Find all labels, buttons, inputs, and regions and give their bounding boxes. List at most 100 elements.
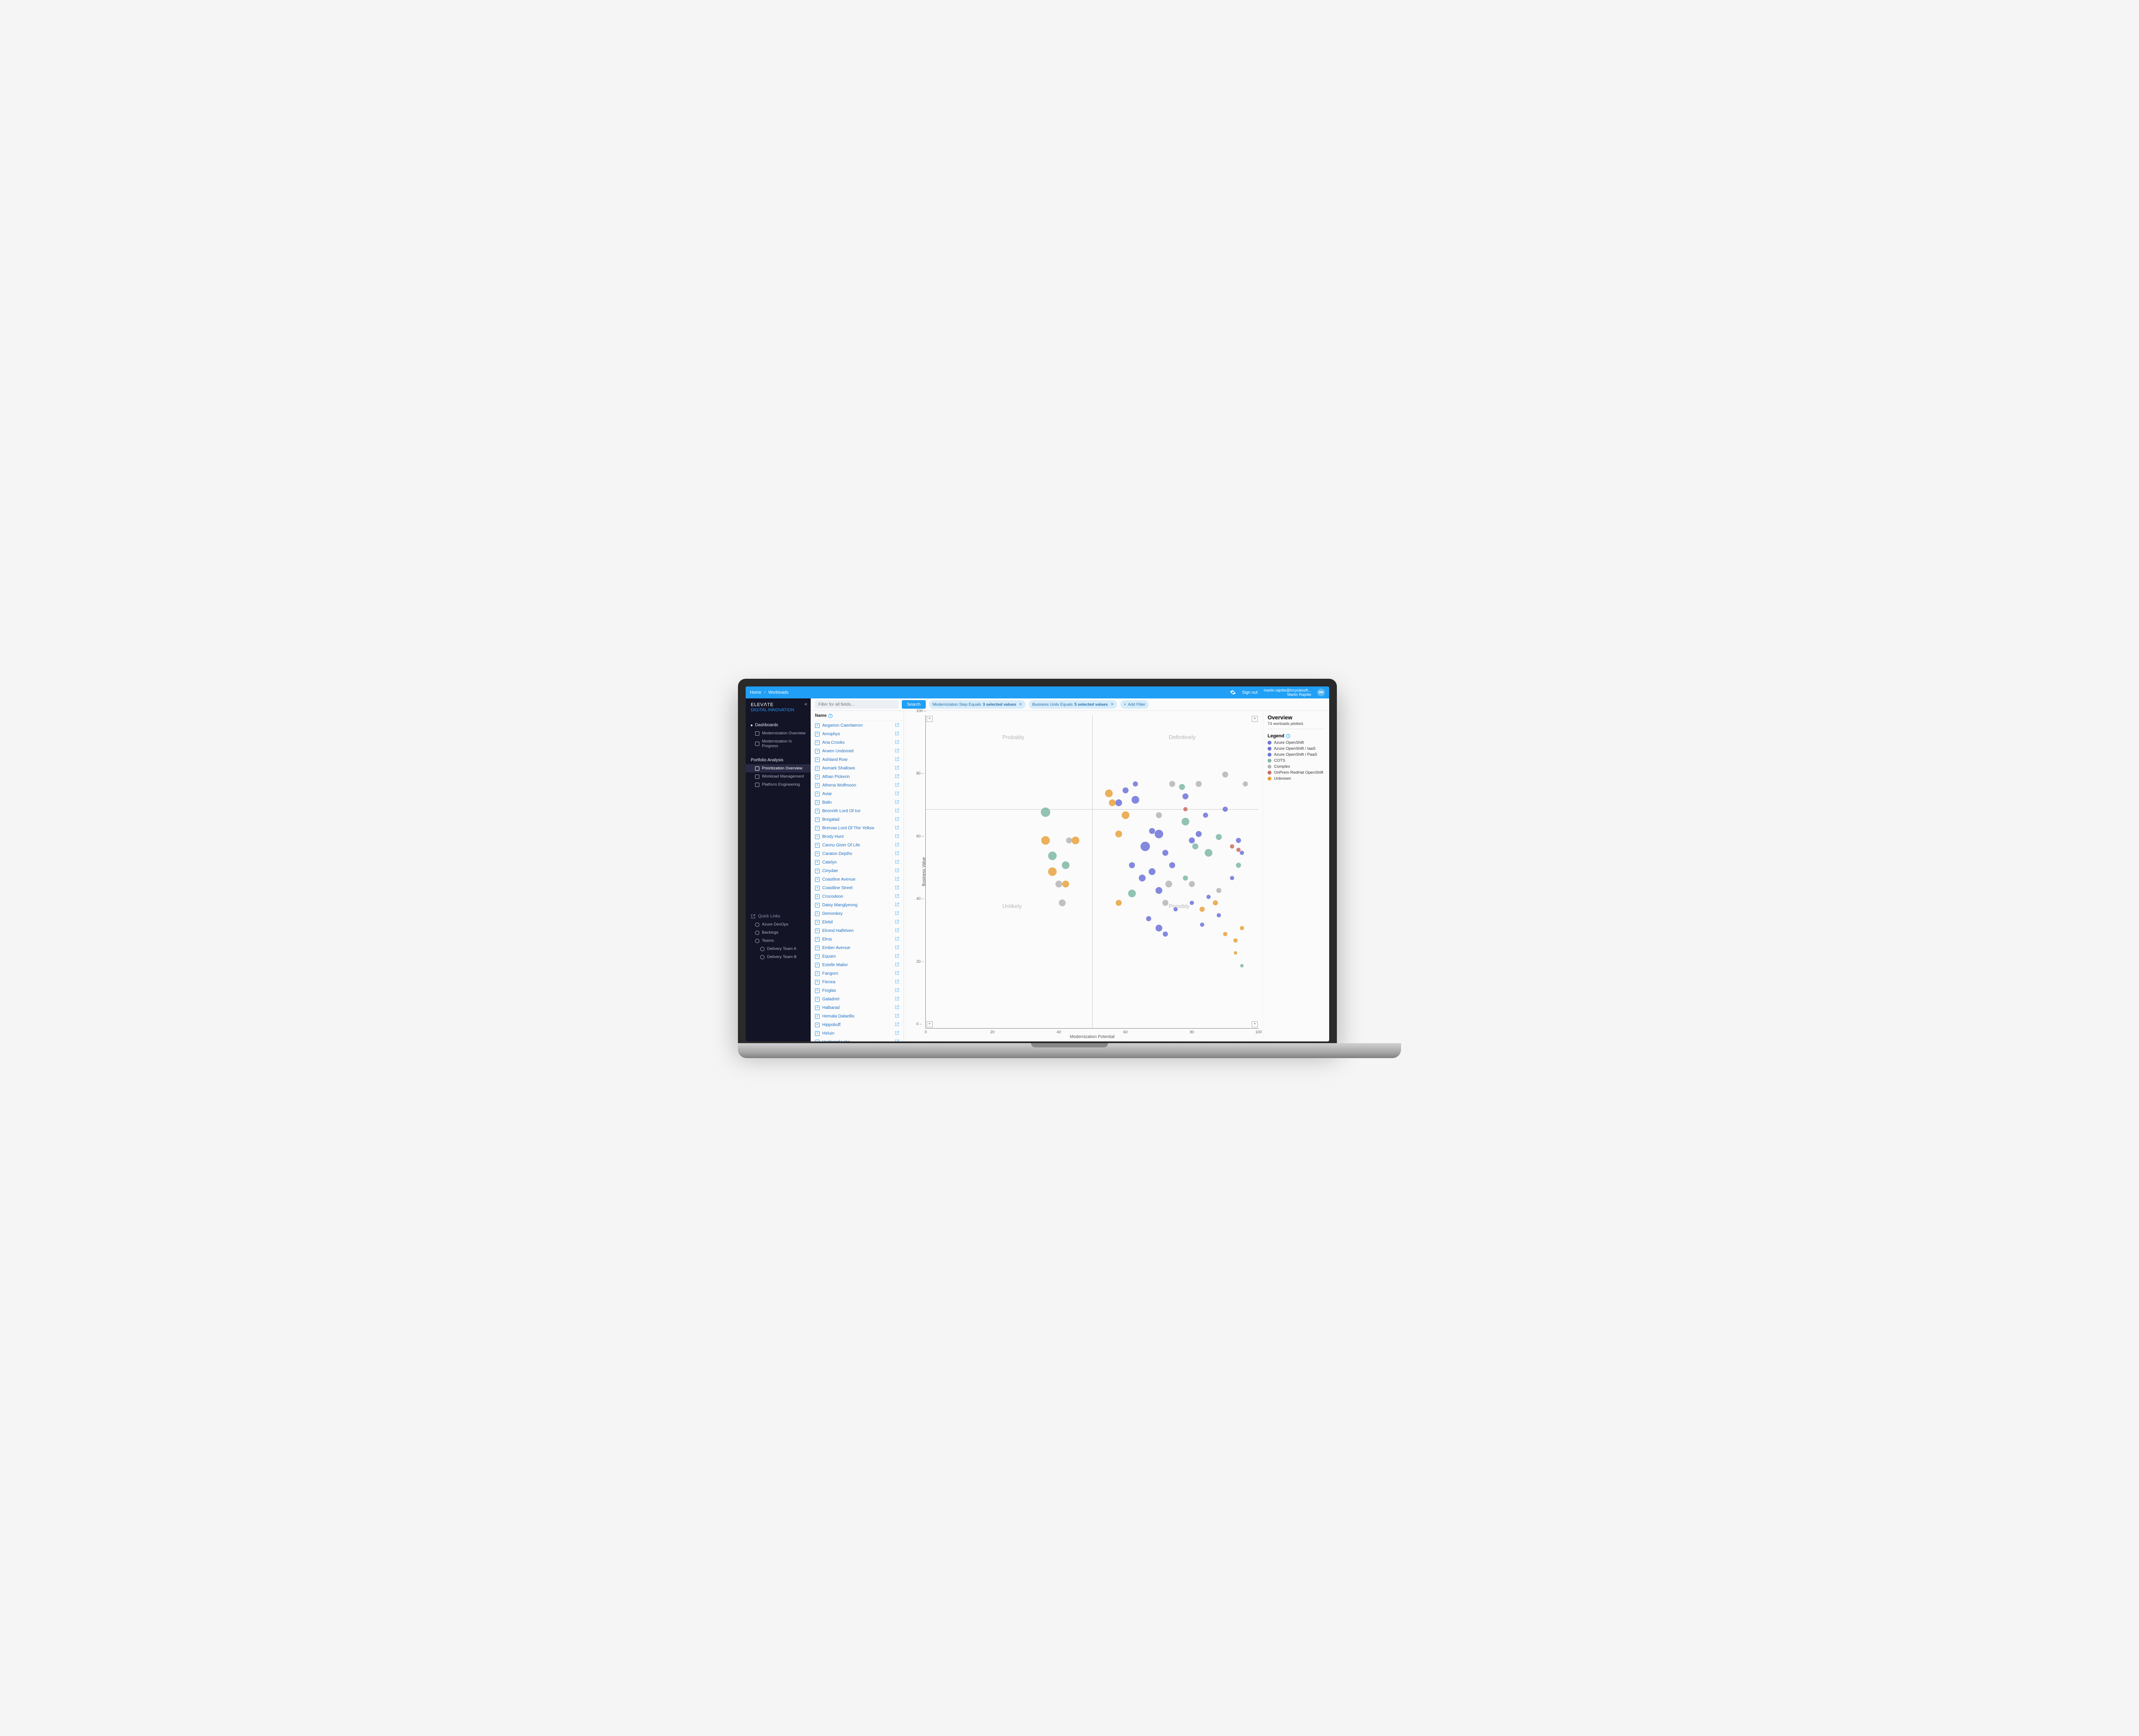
open-external-icon[interactable] xyxy=(895,731,899,737)
data-point[interactable] xyxy=(1115,831,1122,837)
open-external-icon[interactable] xyxy=(895,774,899,780)
list-item[interactable]: ≡Catelyn xyxy=(811,858,904,867)
open-external-icon[interactable] xyxy=(895,988,899,994)
data-point[interactable] xyxy=(1183,875,1188,881)
list-item[interactable]: ≡Arwen Undomiel xyxy=(811,747,904,755)
data-point[interactable] xyxy=(1115,799,1122,806)
data-point[interactable] xyxy=(1217,913,1221,917)
open-external-icon[interactable] xyxy=(895,740,899,745)
sidebar-item[interactable]: Platform Engineering xyxy=(746,781,811,789)
data-point[interactable] xyxy=(1122,811,1129,819)
filter-chip-modernization-step[interactable]: Modernization Step Equals 3 selected val… xyxy=(929,700,1025,709)
data-point[interactable] xyxy=(1233,938,1238,943)
list-item[interactable]: ≡Elros xyxy=(811,935,904,943)
chip-remove-icon[interactable]: × xyxy=(1111,702,1114,707)
open-external-icon[interactable] xyxy=(895,979,899,985)
data-point[interactable] xyxy=(1155,830,1163,838)
add-filter-button[interactable]: Add Filter xyxy=(1120,700,1149,709)
list-item[interactable]: ≡Caraton Depths xyxy=(811,849,904,858)
data-point[interactable] xyxy=(1230,844,1234,849)
list-item[interactable]: ≡Amophys xyxy=(811,730,904,738)
data-point[interactable] xyxy=(1155,925,1162,932)
scatter-plot[interactable]: Probably Definitively Unlikely Possibly … xyxy=(925,715,1259,1029)
list-item[interactable]: ≡Halbarad xyxy=(811,1003,904,1012)
data-point[interactable] xyxy=(1189,881,1195,887)
data-point[interactable] xyxy=(1059,899,1066,906)
data-point[interactable] xyxy=(1055,881,1062,887)
data-point[interactable] xyxy=(1155,887,1162,894)
list-item[interactable]: ≡Hirluin xyxy=(811,1029,904,1038)
data-point[interactable] xyxy=(1216,888,1221,893)
open-external-icon[interactable] xyxy=(895,808,899,814)
data-point[interactable] xyxy=(1189,837,1195,843)
open-external-icon[interactable] xyxy=(895,962,899,968)
quicklink-item[interactable]: Backlogs xyxy=(746,929,811,937)
data-point[interactable] xyxy=(1183,807,1188,811)
open-external-icon[interactable] xyxy=(895,843,899,848)
zoom-top-right[interactable]: + xyxy=(1252,716,1258,722)
list-item[interactable]: ≡Aria Crooks xyxy=(811,738,904,747)
data-point[interactable] xyxy=(1203,813,1208,818)
data-point[interactable] xyxy=(1133,781,1138,787)
data-point[interactable] xyxy=(1162,850,1168,856)
open-external-icon[interactable] xyxy=(895,800,899,805)
data-point[interactable] xyxy=(1240,964,1244,967)
open-external-icon[interactable] xyxy=(895,791,899,797)
list-item[interactable]: ≡Cannu Giver Of Life xyxy=(811,841,904,849)
open-external-icon[interactable] xyxy=(895,945,899,951)
list-item[interactable]: ≡Asmark Shallows xyxy=(811,764,904,772)
workload-list[interactable]: ≡Aegarion Caenlaeron≡Amophys≡Aria Crooks… xyxy=(811,721,904,1041)
data-point[interactable] xyxy=(1223,807,1228,812)
list-item[interactable]: ≡Hippobuff xyxy=(811,1020,904,1029)
data-point[interactable] xyxy=(1146,916,1151,921)
filter-chip-business-units[interactable]: Business Units Equals 5 selected values … xyxy=(1029,700,1117,709)
list-item[interactable]: ≡Coastline Street xyxy=(811,884,904,892)
data-point[interactable] xyxy=(1141,842,1150,851)
data-point[interactable] xyxy=(1223,932,1227,936)
list-item[interactable]: ≡Coastline Avenue xyxy=(811,875,904,884)
data-point[interactable] xyxy=(1105,790,1113,797)
list-item[interactable]: ≡Fienea xyxy=(811,978,904,986)
open-external-icon[interactable] xyxy=(895,825,899,831)
data-point[interactable] xyxy=(1222,772,1228,778)
sidebar-item[interactable]: Modernization In Progress xyxy=(746,737,811,750)
data-point[interactable] xyxy=(1206,895,1211,899)
sidebar-item[interactable]: Prioritization Overview xyxy=(746,764,811,772)
data-point[interactable] xyxy=(1156,812,1162,818)
open-external-icon[interactable] xyxy=(895,1005,899,1011)
data-point[interactable] xyxy=(1109,799,1116,806)
data-point[interactable] xyxy=(1173,907,1178,911)
open-external-icon[interactable] xyxy=(895,971,899,976)
data-point[interactable] xyxy=(1132,796,1139,804)
open-external-icon[interactable] xyxy=(895,766,899,771)
list-item[interactable]: ≡Demonkey xyxy=(811,909,904,918)
data-point[interactable] xyxy=(1169,781,1175,787)
list-item[interactable]: ≡Equam xyxy=(811,952,904,961)
quicklink-item[interactable]: Teams xyxy=(746,937,811,945)
open-external-icon[interactable] xyxy=(895,817,899,822)
data-point[interactable] xyxy=(1243,781,1248,787)
data-point[interactable] xyxy=(1066,837,1072,843)
list-item[interactable]: ≡Aegarion Caenlaeron xyxy=(811,721,904,730)
open-external-icon[interactable] xyxy=(895,920,899,925)
data-point[interactable] xyxy=(1128,890,1136,897)
workload-list-header[interactable]: Name i xyxy=(811,711,904,721)
data-point[interactable] xyxy=(1200,907,1205,912)
list-item[interactable]: ≡Aviar xyxy=(811,790,904,798)
zoom-bottom-right[interactable]: + xyxy=(1252,1021,1258,1027)
open-external-icon[interactable] xyxy=(895,877,899,882)
open-external-icon[interactable] xyxy=(895,1014,899,1019)
open-external-icon[interactable] xyxy=(895,997,899,1002)
data-point[interactable] xyxy=(1213,900,1218,905)
data-point[interactable] xyxy=(1179,784,1185,790)
list-item[interactable]: ≡Finglas xyxy=(811,986,904,995)
list-item[interactable]: ≡Daisy Manglyeong xyxy=(811,901,904,909)
data-point[interactable] xyxy=(1192,843,1198,849)
open-external-icon[interactable] xyxy=(895,937,899,942)
open-external-icon[interactable] xyxy=(895,860,899,865)
open-external-icon[interactable] xyxy=(895,1031,899,1036)
data-point[interactable] xyxy=(1236,838,1241,843)
list-item[interactable]: ≡Brervas Lord Of The Yellow xyxy=(811,824,904,832)
data-point[interactable] xyxy=(1182,793,1188,799)
data-point[interactable] xyxy=(1041,807,1050,817)
